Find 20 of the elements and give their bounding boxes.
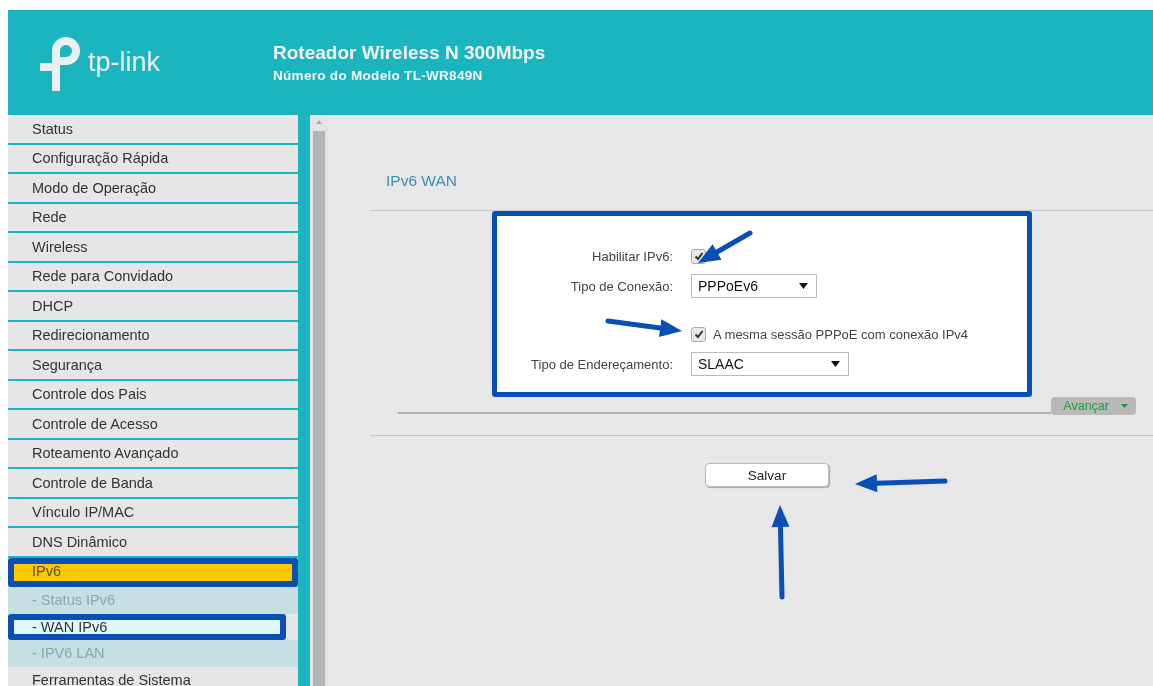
caret-icon xyxy=(1121,404,1128,408)
logo-icon xyxy=(38,34,82,91)
model-number: Número do Modelo TL-WR849N xyxy=(273,68,484,83)
save-button[interactable]: Salvar xyxy=(705,463,829,487)
page-title: IPv6 WAN xyxy=(386,172,457,190)
caret-icon xyxy=(799,283,808,289)
scrollbar[interactable] xyxy=(310,115,328,686)
sidebar-item[interactable]: - WAN IPv6 xyxy=(8,613,286,640)
logo-text: tp-link xyxy=(88,47,161,78)
dropdown[interactable]: SLAAC xyxy=(691,352,849,376)
dropdown[interactable]: PPPoEv6 xyxy=(691,274,817,298)
annotation-arrow xyxy=(698,230,753,263)
field-label: Tipo de Conexão: xyxy=(569,278,674,294)
checkbox-label: A mesma sessão PPPoE com conexão IPv4 xyxy=(713,326,969,342)
checkbox[interactable] xyxy=(691,326,706,342)
product-title: Roteador Wireless N 300Mbps xyxy=(273,42,546,64)
field-label: Tipo de Endereçamento: xyxy=(530,356,674,372)
sidebar-item[interactable]: IPv6 xyxy=(8,557,298,587)
field-label: Habilitar IPv6: xyxy=(591,248,674,264)
caret-icon xyxy=(831,361,840,367)
